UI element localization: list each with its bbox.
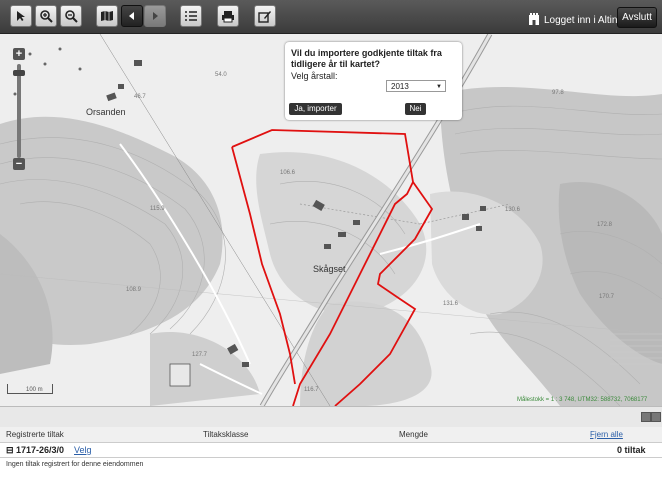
next-extent-icon[interactable]	[144, 5, 166, 27]
minimize-panel-icon[interactable]	[641, 412, 651, 422]
panel-header-bar	[0, 406, 662, 427]
year-select-value: 2013	[391, 82, 409, 91]
edit-icon[interactable]	[254, 5, 276, 27]
property-row: ⊟ 1717-26/3/0 Velg 0 tiltak	[0, 443, 662, 458]
import-yes-button[interactable]: Ja, importer	[289, 103, 342, 115]
tiltak-count: 0 tiltak	[617, 445, 646, 455]
remove-all-link[interactable]: Fjern alle	[590, 430, 623, 439]
maximize-panel-icon[interactable]	[651, 412, 661, 422]
expand-collapse-icon[interactable]: ⊟	[6, 445, 14, 456]
logout-button[interactable]: Avslutt	[617, 7, 657, 28]
import-no-button[interactable]: Nei	[405, 103, 426, 115]
select-arrow-icon[interactable]	[10, 5, 32, 27]
zoom-slider-plus-button[interactable]: +	[13, 48, 25, 60]
elevation-label: 115.9	[150, 206, 165, 212]
altinn-logo-icon	[528, 12, 540, 29]
login-label: Logget inn i Altinn	[544, 14, 623, 26]
header-amount: Mengde	[399, 430, 428, 439]
header-class: Tiltaksklasse	[203, 430, 249, 439]
empty-message: Ingen tiltak registrert for denne eiendo…	[6, 461, 144, 468]
list-icon[interactable]	[180, 5, 202, 27]
year-select[interactable]: 2013 ▼	[386, 80, 446, 92]
tiltak-table-header: Registrerte tiltak Tiltaksklasse Mengde …	[0, 427, 662, 443]
elevation-label: 46.7	[134, 94, 146, 100]
full-extent-map-icon[interactable]	[96, 5, 118, 27]
toolbar: Logget inn i Altinn Avslutt	[0, 0, 662, 34]
print-icon[interactable]	[217, 5, 239, 27]
elevation-label: 97.8	[552, 90, 564, 96]
elevation-label: 127.7	[192, 352, 208, 358]
select-property-link[interactable]: Velg	[74, 445, 92, 455]
property-id: 1717-26/3/0	[16, 445, 65, 455]
zoom-slider-minus-button[interactable]: −	[13, 158, 25, 170]
elevation-label: 131.6	[443, 301, 459, 307]
elevation-label: 54.0	[215, 72, 227, 78]
place-label-skagset: Skågset	[313, 264, 346, 274]
login-status: Logget inn i Altinn	[528, 10, 623, 30]
scale-coordinates: Målestokk = 1 : 3 748, UTM32: 588732, 70…	[517, 397, 648, 403]
zoom-in-icon[interactable]	[35, 5, 57, 27]
import-dialog: Vil du importere godkjente tiltak fra ti…	[285, 42, 462, 120]
elevation-label: 172.8	[597, 222, 613, 228]
zoom-slider-track[interactable]	[17, 64, 21, 158]
elevation-label: 116.7	[304, 387, 319, 393]
dialog-question: Vil du importere godkjente tiltak fra ti…	[291, 48, 442, 69]
header-registered: Registrerte tiltak	[6, 430, 64, 439]
previous-extent-icon[interactable]	[121, 5, 143, 27]
place-label-orsanden: Orsanden	[86, 107, 126, 117]
dropdown-arrow-icon: ▼	[436, 84, 442, 90]
scale-label: 100 m	[26, 387, 43, 393]
elevation-label: 108.9	[126, 287, 142, 293]
zoom-out-icon[interactable]	[60, 5, 82, 27]
elevation-label: 106.6	[280, 170, 296, 176]
elevation-label: 170.7	[599, 294, 615, 300]
zoom-slider-handle[interactable]	[13, 70, 25, 76]
elevation-label: 130.6	[505, 207, 521, 213]
